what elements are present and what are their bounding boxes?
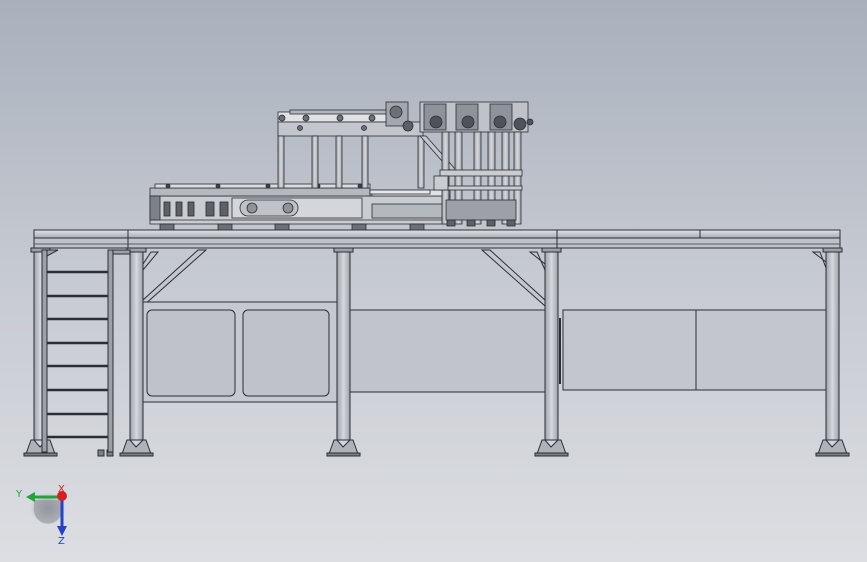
platform-frame [23, 229, 850, 457]
guard-panels-right [559, 309, 827, 391]
platform-deck [33, 229, 841, 249]
conveyor-machine [149, 101, 534, 231]
z-axis-label: Z [58, 536, 65, 547]
access-ladder [41, 249, 131, 453]
diagonal-braces [142, 249, 827, 308]
cad-viewport[interactable]: Y X Z [0, 0, 867, 562]
y-axis-label: Y [15, 489, 23, 500]
lower-conveyor [149, 183, 451, 231]
orientation-triad[interactable]: Y X Z [15, 484, 67, 547]
x-axis-label: X [58, 484, 65, 495]
platform-machine-drawing[interactable]: Y X Z [0, 0, 867, 562]
post-feet [23, 439, 850, 457]
